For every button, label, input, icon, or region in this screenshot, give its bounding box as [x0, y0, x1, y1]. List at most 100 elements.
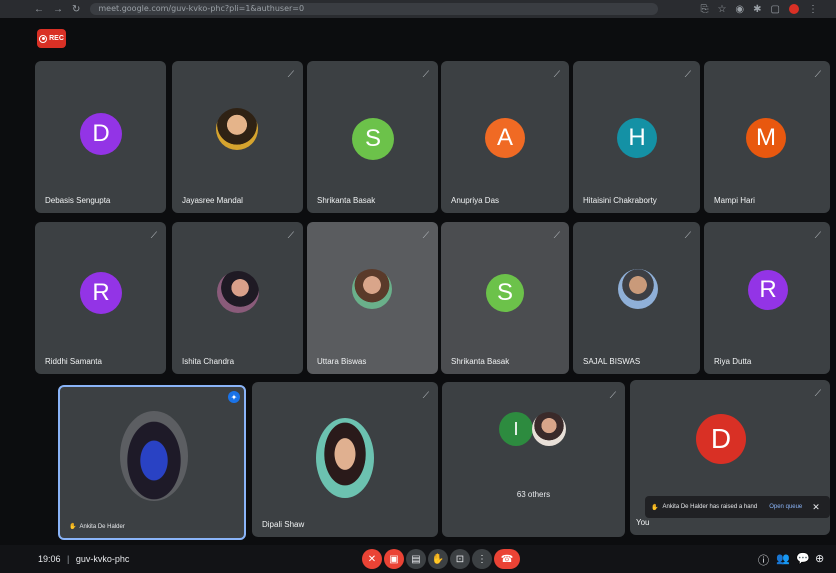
tab-icon[interactable]: ▢	[771, 4, 780, 15]
raise-hand-button[interactable]: ✋	[428, 549, 448, 569]
meeting-code: guv-kvko-phc	[75, 554, 130, 564]
recording-label: REC	[49, 35, 64, 42]
mic-off-icon: ⟋	[814, 230, 821, 240]
avatar-initial: R	[748, 270, 788, 310]
browser-toolbar: ← → ↻ meet.google.com/guv-kvko-phc?pli=1…	[0, 0, 836, 18]
record-icon	[39, 34, 48, 43]
mic-off-icon: ⟋	[287, 230, 294, 240]
participant-name: Jayasree Mandal	[182, 196, 243, 205]
participant-tile-pinned[interactable]: ✦ ✋ Ankita De Halder	[58, 385, 246, 540]
activities-icon[interactable]: ⊕	[815, 552, 824, 565]
recording-badge: REC	[37, 29, 66, 48]
mic-off-icon: ⟋	[684, 69, 691, 79]
participant-name-chip: ✋ Ankita De Halder	[64, 521, 130, 532]
hand-raised-icon: ✋	[69, 524, 77, 530]
captions-icon: ▤	[411, 553, 421, 565]
leave-call-button[interactable]: ☎	[494, 549, 520, 569]
extension-icon[interactable]: ◉	[735, 4, 744, 15]
mic-toggle-button[interactable]: ✕	[362, 549, 382, 569]
mic-off-icon: ⟋	[553, 230, 560, 240]
address-bar[interactable]: meet.google.com/guv-kvko-phc?pli=1&authu…	[90, 3, 659, 15]
participant-tile[interactable]: ⟋ Dipali Shaw	[252, 382, 438, 537]
participant-tile[interactable]: ⟋ SAJAL BISWAS	[573, 222, 700, 374]
info-icon[interactable]: ⓘ	[758, 552, 769, 568]
participant-name: Shrikanta Basak	[451, 357, 510, 366]
participant-photo	[352, 269, 392, 309]
mic-off-icon: ⟋	[422, 69, 429, 79]
meeting-controls-bar: 19:06 | guv-kvko-phc ✕ ▣ ▤ ✋ ⊡ ⋮ ☎ ⓘ 👥 💬…	[0, 545, 836, 573]
more-vert-icon: ⋮	[477, 553, 487, 565]
participant-name: Shrikanta Basak	[317, 196, 376, 205]
pin-icon[interactable]: ✦	[228, 391, 240, 403]
mic-off-icon: ⟋	[287, 69, 294, 79]
participant-photo	[316, 418, 374, 498]
people-icon[interactable]: 👥	[776, 552, 790, 565]
menu-icon[interactable]: ⋮	[808, 4, 818, 15]
avatar-initial: S	[352, 118, 394, 160]
back-icon[interactable]: ←	[34, 4, 44, 15]
mic-off-icon: ⟋	[609, 390, 616, 400]
toast-message: Ankita De Halder has raised a hand	[662, 504, 758, 510]
hangup-icon: ☎	[500, 553, 514, 565]
profile-avatar[interactable]	[789, 3, 799, 14]
participant-photo	[618, 269, 658, 309]
meeting-info: 19:06 | guv-kvko-phc	[38, 554, 129, 564]
participant-tile[interactable]: ⟋ Uttara Biswas	[307, 222, 438, 374]
participant-name: Riya Dutta	[714, 357, 752, 366]
more-options-button[interactable]: ⋮	[472, 549, 492, 569]
hand-raised-icon: ✋	[651, 504, 659, 511]
star-icon[interactable]: ☆	[717, 4, 726, 15]
participant-tile[interactable]: ⟋ R Riddhi Samanta	[35, 222, 166, 374]
participant-tile[interactable]: ⟋ S Shrikanta Basak	[307, 61, 438, 213]
avatar-initial: M	[746, 118, 786, 158]
open-queue-link[interactable]: Open queue	[769, 504, 802, 510]
mic-off-icon: ⟋	[422, 230, 429, 240]
reload-icon[interactable]: ↻	[72, 4, 80, 15]
avatar-initial: D	[80, 113, 122, 155]
mic-off-icon: ⟋	[150, 230, 157, 240]
participant-tile[interactable]: ⟋ S Shrikanta Basak	[441, 222, 569, 374]
avatar-initial: A	[485, 118, 525, 158]
participant-name: Riddhi Samanta	[45, 357, 102, 366]
participant-photo	[217, 271, 259, 313]
participant-tile[interactable]: ⟋ H Hitaisini Chakraborty	[573, 61, 700, 213]
captions-button[interactable]: ▤	[406, 549, 426, 569]
participant-tile[interactable]: ⟋ A Anupriya Das	[441, 61, 569, 213]
participant-name: Dipali Shaw	[262, 520, 305, 529]
browser-actions: ⎘ ☆ ◉ ✱ ▢ ⋮	[700, 3, 818, 15]
raised-hand-toast: ✋ Ankita De Halder has raised a hand Ope…	[645, 496, 830, 518]
participant-photo	[216, 108, 258, 150]
forward-icon[interactable]: →	[53, 4, 63, 15]
participant-tile[interactable]: ⟋ Ishita Chandra	[172, 222, 303, 374]
participant-tile-others[interactable]: ⟋ I 63 others	[442, 382, 625, 537]
participant-tile[interactable]: D Debasis Sengupta	[35, 61, 166, 213]
hand-icon: ✋	[431, 553, 445, 565]
participant-photo	[120, 411, 188, 501]
participant-tile[interactable]: ⟋ R Riya Dutta	[704, 222, 830, 374]
puzzle-icon[interactable]: ✱	[753, 4, 761, 15]
participant-name: Debasis Sengupta	[45, 196, 111, 205]
participant-name: Ishita Chandra	[182, 357, 235, 366]
mic-off-icon: ⟋	[553, 69, 560, 79]
avatar-initial: S	[486, 274, 524, 312]
avatar-initial: H	[617, 118, 657, 158]
mic-off-icon: ✕	[367, 553, 377, 565]
mic-off-icon: ⟋	[814, 69, 821, 79]
meeting-separator: |	[67, 554, 70, 564]
camera-toggle-button[interactable]: ▣	[384, 549, 404, 569]
present-button[interactable]: ⊡	[450, 549, 470, 569]
avatar-initial: I	[499, 412, 533, 446]
camera-off-icon: ▣	[389, 553, 399, 565]
participant-name: Ankita De Halder	[79, 523, 125, 530]
participant-tile[interactable]: ⟋ Jayasree Mandal	[172, 61, 303, 213]
participant-tile[interactable]: ⟋ M Mampi Hari	[704, 61, 830, 213]
participant-name: Hitaisini Chakraborty	[583, 196, 657, 205]
chat-icon[interactable]: 💬	[796, 552, 810, 565]
participant-name: You	[636, 518, 650, 527]
close-icon[interactable]: ✕	[812, 502, 820, 513]
others-count: 63 others	[516, 490, 551, 499]
avatar-initial: D	[696, 414, 746, 464]
share-icon[interactable]: ⎘	[700, 4, 708, 15]
participant-name: Uttara Biswas	[317, 357, 367, 366]
mic-off-icon: ⟋	[684, 230, 691, 240]
